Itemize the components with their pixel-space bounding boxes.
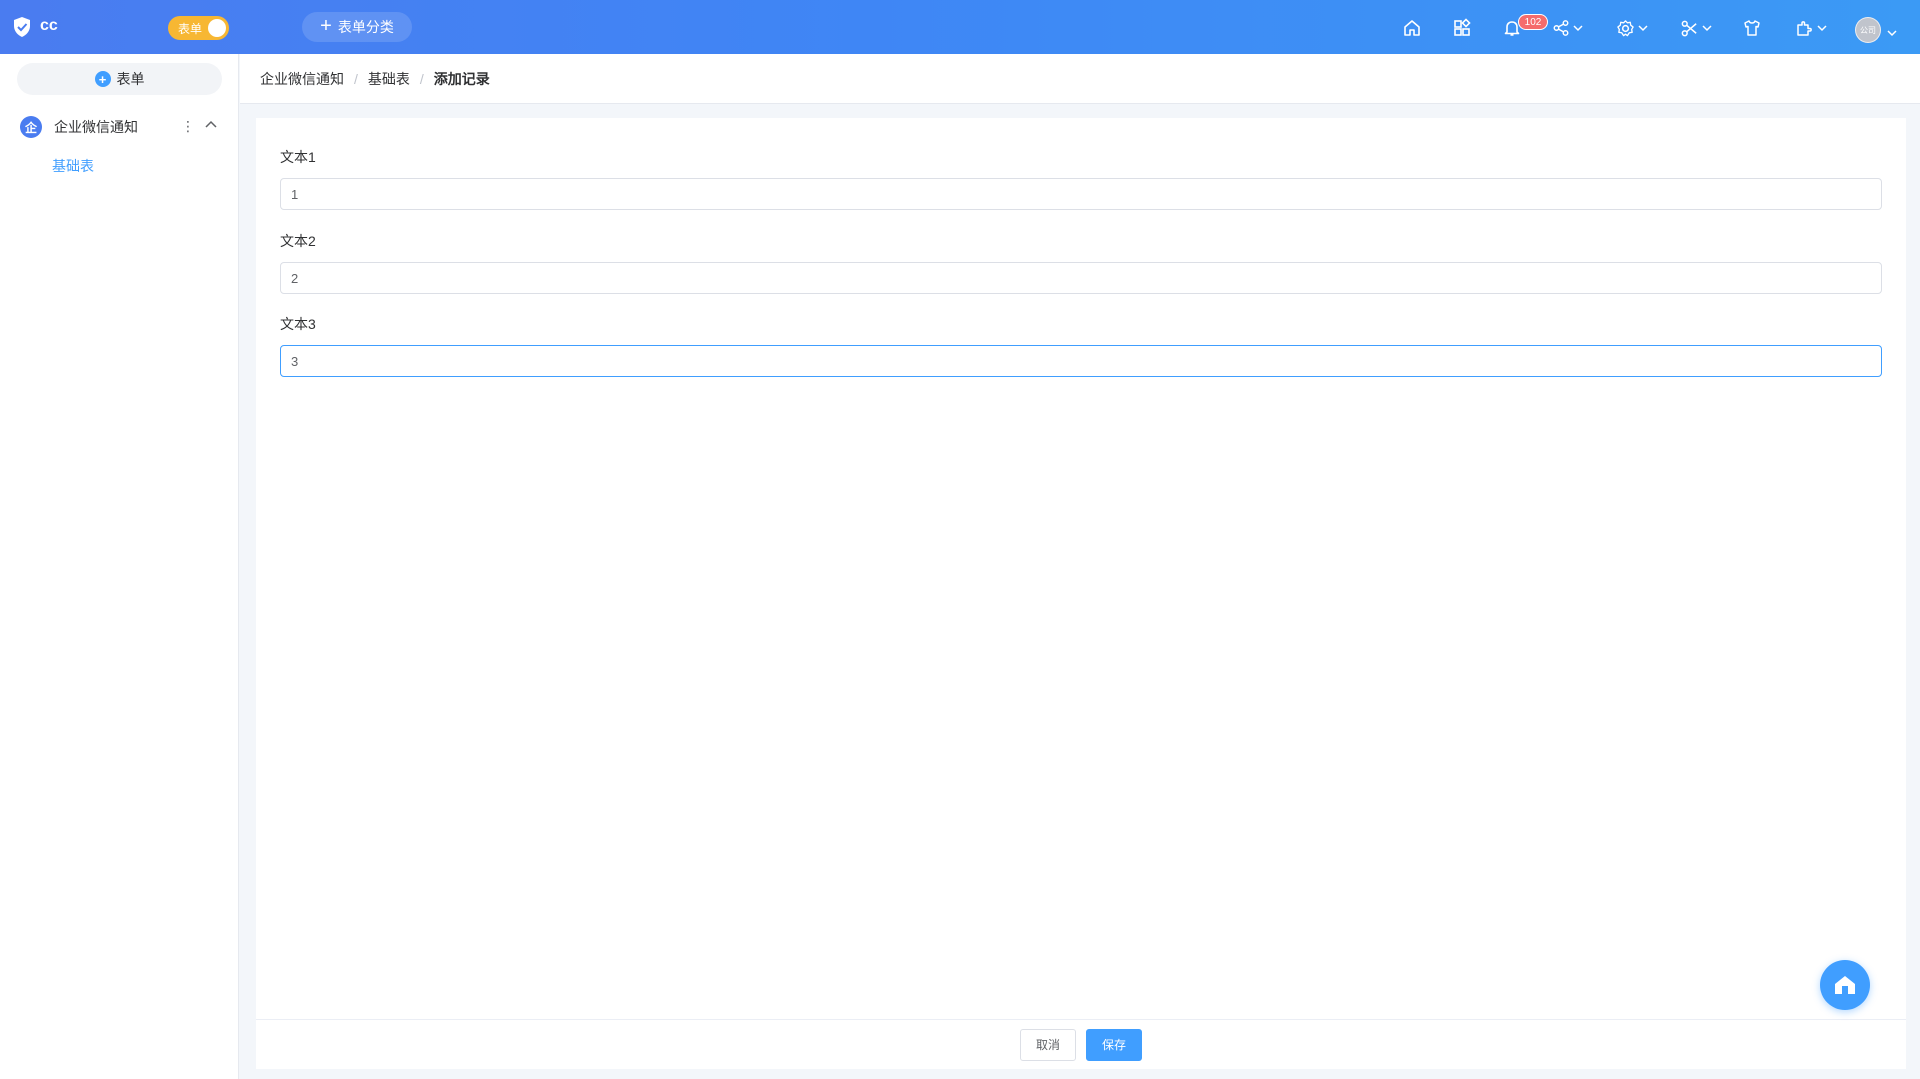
breadcrumb-item[interactable]: 基础表 [368, 69, 410, 89]
form-footer: 取消 保存 [256, 1019, 1906, 1069]
breadcrumb: 企业微信通知 / 基础表 / 添加记录 [240, 54, 1920, 104]
shirt-icon[interactable] [1742, 16, 1762, 40]
plugin-icon[interactable] [1794, 16, 1828, 40]
sidebar-group-wecom[interactable]: 企 企业微信通知 ⋮ [20, 114, 225, 140]
text2-input[interactable] [280, 262, 1882, 294]
settings-icon[interactable] [1616, 16, 1649, 40]
form-field-text1: 文本1 [280, 147, 1882, 210]
form-mode-switch[interactable]: 表单 [168, 16, 229, 40]
form-field-text3: 文本3 [280, 314, 1882, 377]
chevron-down-icon [1573, 25, 1583, 32]
shield-check-icon[interactable] [12, 16, 32, 38]
notification-badge: 102 [1518, 14, 1548, 30]
switch-knob [208, 19, 226, 37]
floating-home-button[interactable] [1820, 960, 1870, 1010]
field-label: 文本2 [280, 233, 316, 249]
share-icon[interactable] [1552, 16, 1584, 40]
plus-icon: + [320, 15, 332, 37]
more-vertical-icon[interactable]: ⋮ [181, 118, 195, 135]
house-icon [1835, 976, 1855, 994]
add-category-label: 表单分类 [337, 19, 394, 35]
avatar-chevron-down-icon[interactable] [1886, 21, 1898, 45]
field-label: 文本3 [280, 316, 316, 332]
breadcrumb-current: 添加记录 [433, 70, 490, 87]
text1-input[interactable] [280, 178, 1882, 210]
sidebar-item-basic-table[interactable]: 基础表 [52, 156, 94, 176]
add-category-button[interactable]: + 表单分类 [302, 12, 412, 42]
sidebar: + 表单 企 企业微信通知 ⋮ 基础表 [0, 54, 239, 1079]
tools-icon[interactable] [1680, 16, 1713, 40]
form-card: 文本1 文本2 文本3 [256, 118, 1906, 1019]
text3-input[interactable] [280, 345, 1882, 377]
apps-grid-icon[interactable] [1452, 16, 1472, 40]
group-icon: 企 [20, 116, 42, 138]
chevron-down-icon [1638, 25, 1648, 32]
avatar[interactable]: 公司 [1855, 17, 1881, 43]
plus-circle-icon: + [94, 71, 111, 87]
sidebar-group-label: 企业微信通知 [54, 119, 138, 135]
app-name[interactable]: cc [40, 17, 58, 35]
avatar-text: 公司 [1860, 25, 1876, 35]
field-label: 文本1 [280, 149, 316, 165]
chevron-up-icon[interactable] [204, 118, 218, 132]
top-header: cc 表单 + 表单分类 102 公司 [0, 0, 1920, 54]
add-form-button[interactable]: + 表单 [17, 63, 222, 95]
breadcrumb-item[interactable]: 企业微信通知 [260, 69, 344, 89]
form-mode-switch-label: 表单 [178, 21, 203, 36]
breadcrumb-separator: / [354, 70, 358, 87]
save-button[interactable]: 保存 [1086, 1028, 1142, 1061]
breadcrumb-separator: / [419, 70, 424, 87]
chevron-down-icon [1702, 25, 1712, 32]
form-field-text2: 文本2 [280, 231, 1882, 294]
add-form-label: 表单 [116, 71, 145, 87]
cancel-button[interactable]: 取消 [1020, 1028, 1076, 1061]
chevron-down-icon [1817, 25, 1827, 32]
home-icon[interactable] [1402, 16, 1422, 40]
